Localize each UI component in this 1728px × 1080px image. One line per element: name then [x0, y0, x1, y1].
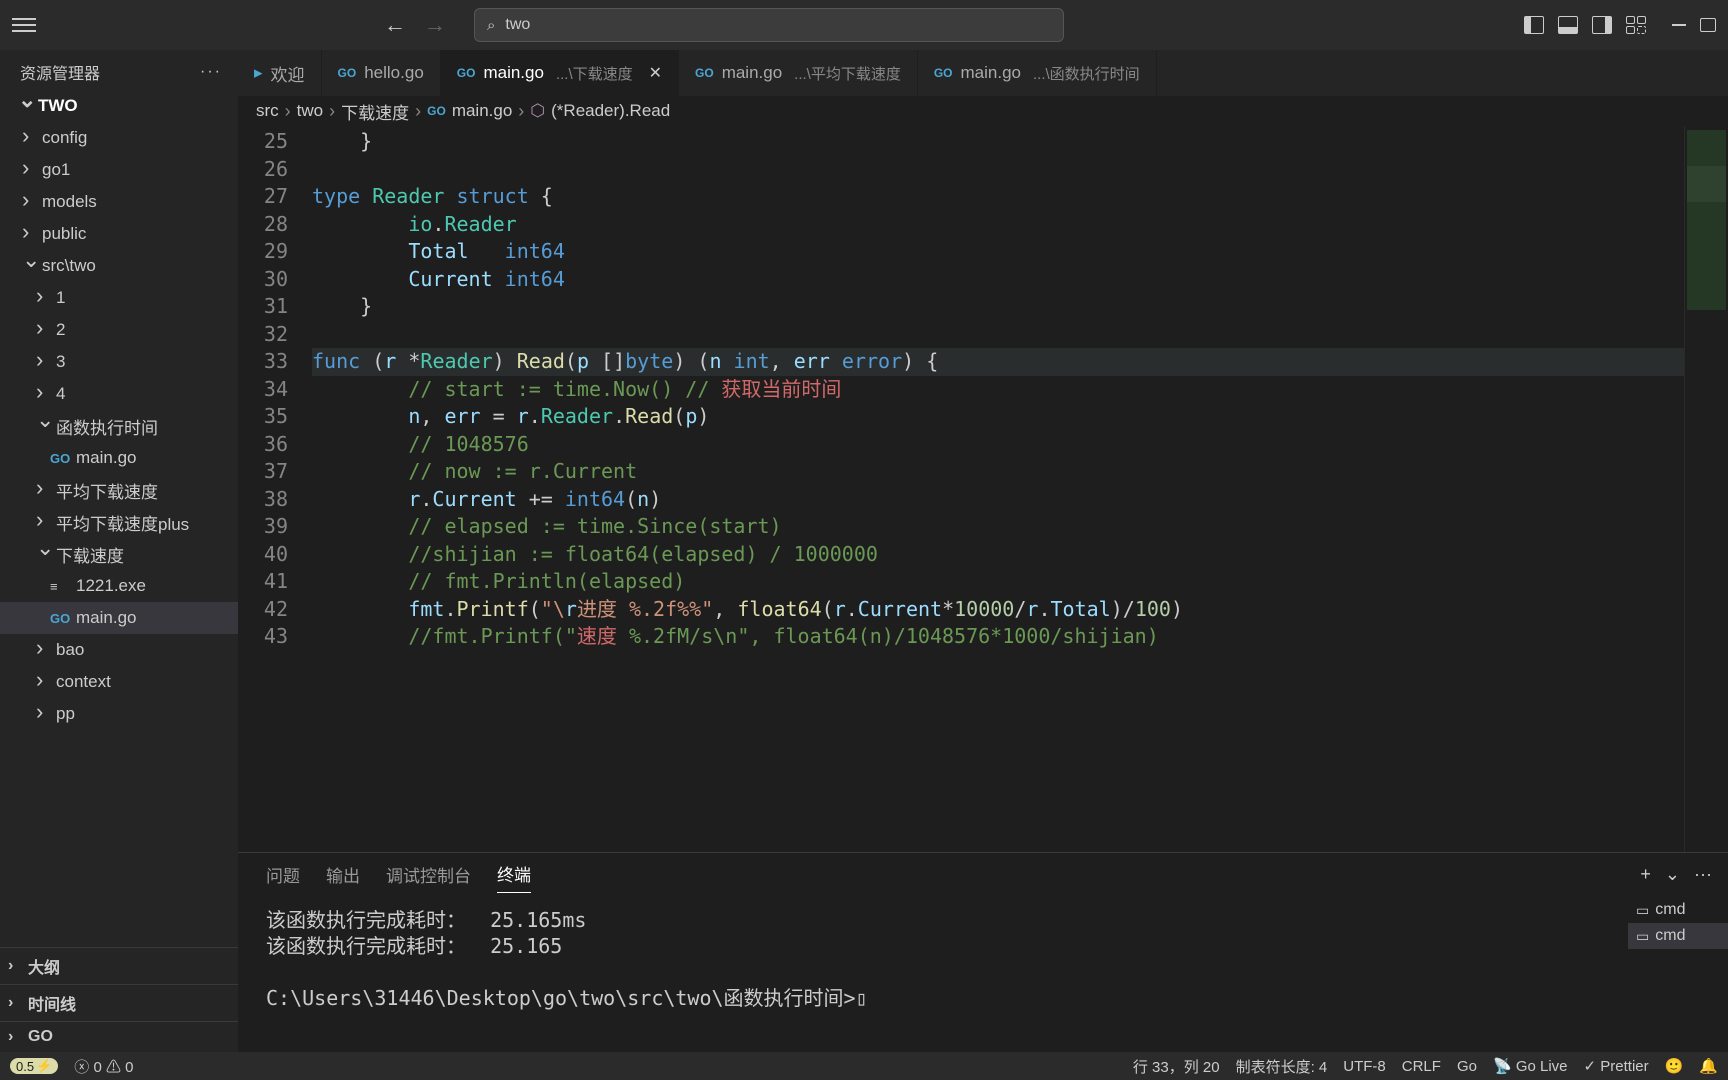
back-icon[interactable]: ← — [384, 12, 406, 38]
status-errors[interactable]: ⓧ 0 ⚠ 0 — [74, 1056, 133, 1077]
tree-folder[interactable]: config — [0, 122, 238, 154]
tab-file[interactable]: GOmain.go...\平均下载速度 — [679, 50, 918, 96]
tab-problems[interactable]: 问题 — [266, 862, 300, 893]
language-mode[interactable]: Go — [1457, 1058, 1477, 1075]
tree-folder[interactable]: 1 — [0, 282, 238, 314]
forward-icon[interactable]: → — [424, 12, 446, 38]
tab-debug-console[interactable]: 调试控制台 — [386, 862, 471, 893]
tree-folder[interactable]: public — [0, 218, 238, 250]
feedback-icon[interactable]: 🙂 — [1665, 1057, 1684, 1075]
tab-welcome[interactable]: ▸欢迎 — [238, 50, 322, 96]
terminal-list: ▭cmd ▭cmd — [1628, 893, 1728, 1052]
panel-tabs: 问题 输出 调试控制台 终端 + ⌄ ··· — [238, 853, 1728, 893]
tree-folder[interactable]: context — [0, 666, 238, 698]
search-text: two — [505, 16, 530, 34]
code-content[interactable]: }type Reader struct { io.Reader Total in… — [312, 126, 1684, 852]
nav-arrows: ← → — [384, 12, 446, 38]
window-minimize-icon[interactable] — [1672, 24, 1686, 26]
statusbar: 0.5 ⚡ ⓧ 0 ⚠ 0 行 33，列 20 制表符长度: 4 UTF-8 C… — [0, 1052, 1728, 1080]
tree-folder[interactable]: 4 — [0, 378, 238, 410]
terminal-output[interactable]: 该函数执行完成耗时： 25.165ms 该函数执行完成耗时： 25.165 C:… — [238, 893, 1628, 1052]
tree-folder[interactable]: 函数执行时间 — [0, 410, 238, 442]
editor-tabs: ▸欢迎 GOhello.go GOmain.go...\下载速度✕ GOmain… — [238, 50, 1728, 96]
tab-output[interactable]: 输出 — [326, 862, 360, 893]
go-section[interactable]: ›GO — [0, 1021, 238, 1052]
layout-controls — [1524, 16, 1720, 34]
editor-area: ▸欢迎 GOhello.go GOmain.go...\下载速度✕ GOmain… — [238, 50, 1728, 1052]
tree-folder[interactable]: models — [0, 186, 238, 218]
tree-folder[interactable]: src\two — [0, 250, 238, 282]
tree-folder[interactable]: 平均下载速度plus — [0, 506, 238, 538]
toggle-panel-icon[interactable] — [1558, 16, 1578, 34]
tab-terminal[interactable]: 终端 — [497, 861, 531, 893]
search-input[interactable]: ⌕ two — [474, 8, 1064, 42]
code-editor[interactable]: 25262728293031323334353637383940414243 }… — [238, 126, 1728, 852]
outline-section[interactable]: ›大纲 — [0, 947, 238, 984]
window-maximize-icon[interactable] — [1700, 18, 1716, 32]
toggle-sidebar-icon[interactable] — [1524, 16, 1544, 34]
sidebar-title: 资源管理器 — [20, 60, 100, 84]
tree-folder[interactable]: bao — [0, 634, 238, 666]
tree-folder[interactable]: 下载速度 — [0, 538, 238, 570]
tab-file-active[interactable]: GOmain.go...\下载速度✕ — [441, 50, 679, 96]
more-icon[interactable]: ··· — [200, 63, 222, 81]
tab-file[interactable]: GOmain.go...\函数执行时间 — [918, 50, 1157, 96]
toggle-secondary-icon[interactable] — [1592, 16, 1612, 34]
close-icon[interactable]: ✕ — [649, 63, 662, 83]
tree-root[interactable]: TWO — [0, 90, 238, 122]
new-terminal-icon[interactable]: + — [1640, 864, 1651, 891]
tree-file[interactable]: GOmain.go — [0, 442, 238, 474]
cursor-position[interactable]: 行 33，列 20 — [1133, 1056, 1220, 1077]
tree-folder[interactable]: go1 — [0, 154, 238, 186]
timeline-section[interactable]: ›时间线 — [0, 984, 238, 1021]
titlebar: ← → ⌕ two — [0, 0, 1728, 50]
tab-size[interactable]: 制表符长度: 4 — [1236, 1056, 1328, 1077]
tree-folder[interactable]: pp — [0, 698, 238, 730]
terminal-dropdown-icon[interactable]: ⌄ — [1665, 864, 1680, 891]
search-icon: ⌕ — [487, 17, 495, 34]
breadcrumb[interactable]: src› two› 下载速度› GOmain.go› ⬡(*Reader).Re… — [238, 96, 1728, 126]
tab-file[interactable]: GOhello.go — [322, 50, 441, 96]
minimap[interactable] — [1684, 126, 1728, 852]
go-live[interactable]: 📡 Go Live — [1493, 1057, 1568, 1075]
notifications-icon[interactable]: 🔔 — [1699, 1057, 1718, 1075]
encoding[interactable]: UTF-8 — [1343, 1058, 1386, 1075]
bottom-panel: 问题 输出 调试控制台 终端 + ⌄ ··· 该函数执行完成耗时： 25.165… — [238, 852, 1728, 1052]
status-badge[interactable]: 0.5 ⚡ — [10, 1058, 58, 1074]
line-gutter: 25262728293031323334353637383940414243 — [238, 126, 312, 852]
tree-file[interactable]: ≡1221.exe — [0, 570, 238, 602]
terminal-shell[interactable]: ▭cmd — [1628, 897, 1728, 923]
tree-folder[interactable]: 平均下载速度 — [0, 474, 238, 506]
customize-layout-icon[interactable] — [1626, 16, 1646, 34]
tree-folder[interactable]: 3 — [0, 346, 238, 378]
panel-more-icon[interactable]: ··· — [1694, 864, 1712, 891]
prettier[interactable]: ✓ Prettier — [1584, 1057, 1649, 1075]
sidebar: 资源管理器 ··· TWO config go1 models public s… — [0, 50, 238, 1052]
file-tree: TWO config go1 models public src\two 1 2… — [0, 90, 238, 947]
terminal-shell-active[interactable]: ▭cmd — [1628, 923, 1728, 949]
tree-folder[interactable]: 2 — [0, 314, 238, 346]
menu-icon[interactable] — [12, 18, 36, 32]
tree-file-active[interactable]: GOmain.go — [0, 602, 238, 634]
eol[interactable]: CRLF — [1402, 1058, 1441, 1075]
